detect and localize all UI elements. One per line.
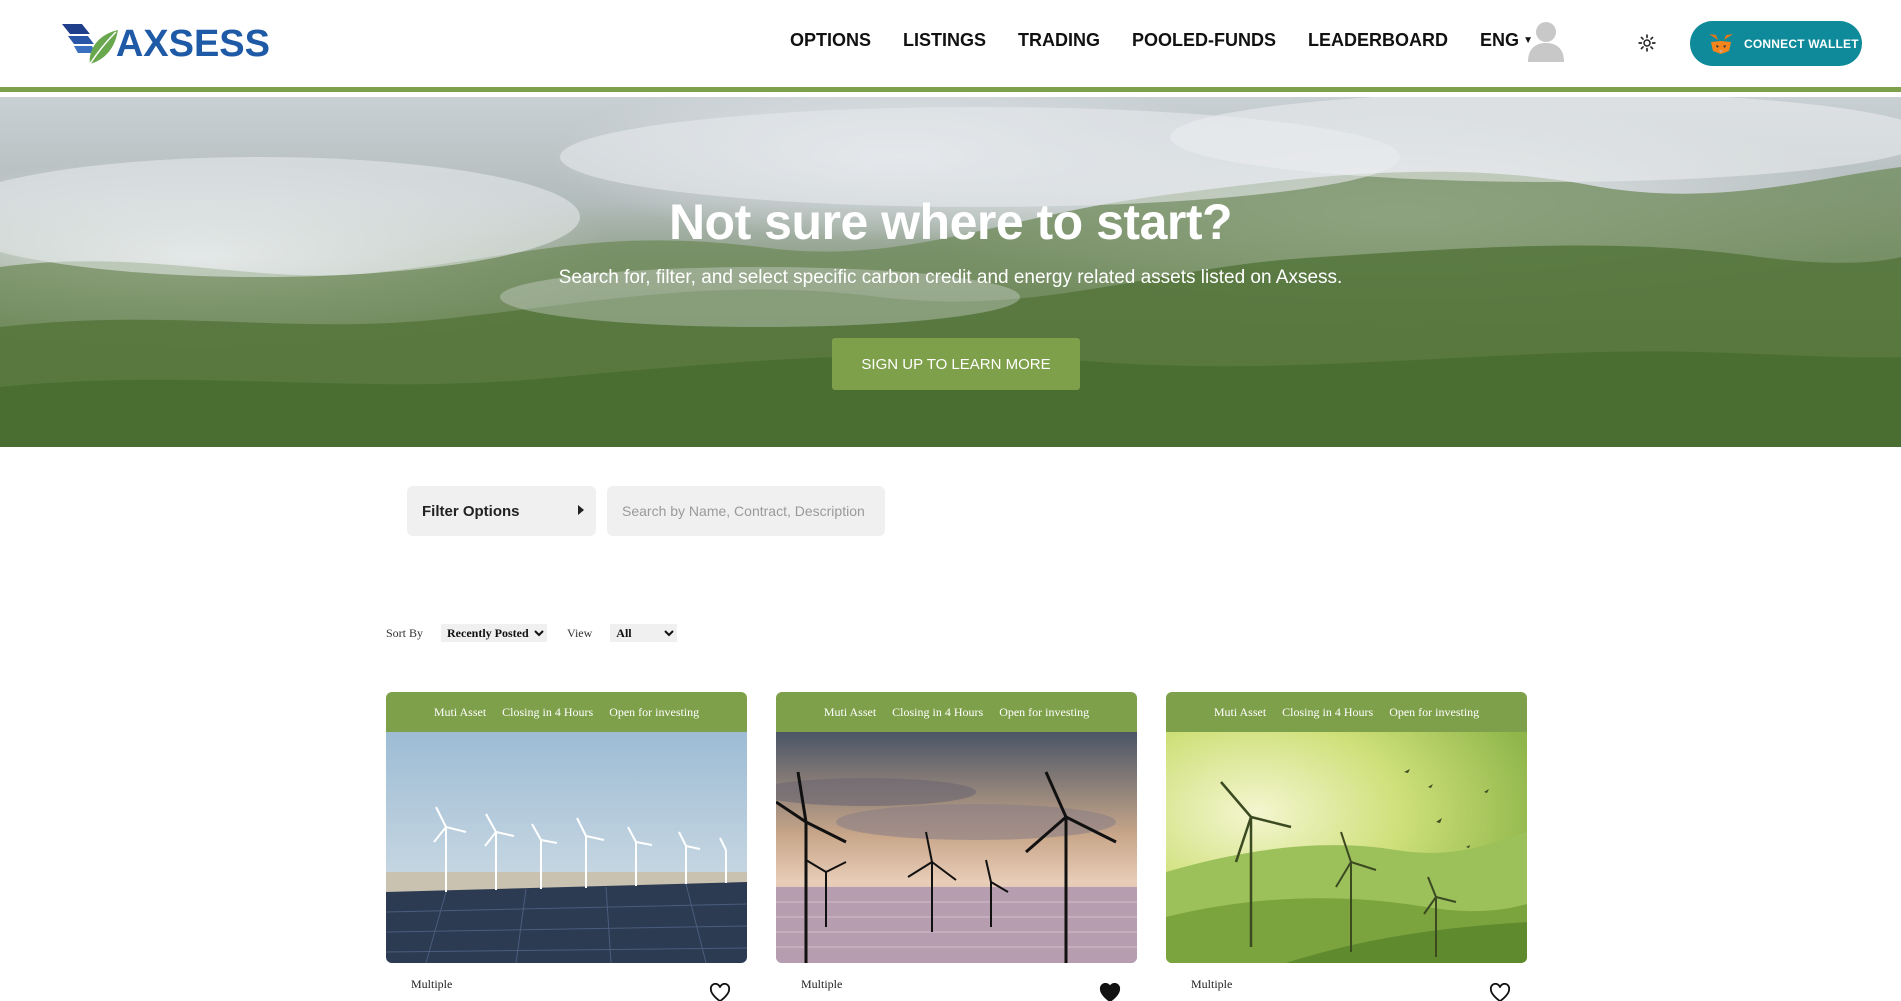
filter-options-label: Filter Options [422,502,520,520]
gear-icon[interactable] [1638,34,1656,52]
nav-pooled-funds[interactable]: POOLED-FUNDS [1132,30,1276,51]
asset-card[interactable]: Muti Asset Closing in 4 Hours Open for i… [1166,692,1527,1001]
language-label: ENG [1480,30,1520,50]
nav-trading[interactable]: TRADING [1018,30,1100,51]
card-footer: Multiple [1166,963,1527,1001]
user-avatar-icon[interactable] [1525,18,1567,62]
view-label: View [567,625,593,640]
asset-card[interactable]: Muti Asset Closing in 4 Hours Open for i… [776,692,1137,1001]
logo-text: AXSESS [115,22,270,65]
main-nav: OPTIONS LISTINGS TRADING POOLED-FUNDS LE… [790,30,1565,51]
card-footer: Multiple [776,963,1137,1001]
card-tag-closing: Closing in 4 Hours [892,704,984,719]
hero-title: Not sure where to start? [668,194,1233,250]
card-tag-bar: Muti Asset Closing in 4 Hours Open for i… [776,692,1137,732]
hero-banner: Not sure where to start? Search for, fil… [0,97,1901,447]
hero-subtitle: Search for, filter, and select specific … [558,267,1343,288]
card-tag-asset: Muti Asset [433,704,487,719]
sort-by-select[interactable]: Recently Posted [441,624,548,642]
nav-options[interactable]: OPTIONS [790,30,871,51]
filter-options-button[interactable]: Filter Options [407,486,596,536]
heart-filled-icon[interactable] [1099,983,1121,1001]
heart-outline-icon[interactable] [709,983,731,1001]
axsess-logo[interactable]: AXSESS [60,20,270,68]
card-tag-status: Open for investing [999,704,1090,719]
card-tag-closing: Closing in 4 Hours [502,704,594,719]
card-asset-type: Multiple [411,977,453,991]
connect-wallet-label: CONNECT WALLET [1744,36,1859,51]
card-tag-asset: Muti Asset [1213,704,1267,719]
metamask-fox-icon [1709,33,1733,54]
view-select[interactable]: All [610,624,678,642]
sort-by-label: Sort By [386,625,424,640]
sign-up-button[interactable]: SIGN UP TO LEARN MORE [832,338,1080,390]
card-tag-asset: Muti Asset [823,704,877,719]
asset-card[interactable]: Muti Asset Closing in 4 Hours Open for i… [386,692,747,1001]
card-image-green-hills-wind [1166,732,1527,963]
card-asset-type: Multiple [1191,977,1233,991]
nav-listings[interactable]: LISTINGS [903,30,986,51]
nav-leaderboard[interactable]: LEADERBOARD [1308,30,1448,51]
card-tag-bar: Muti Asset Closing in 4 Hours Open for i… [386,692,747,732]
sort-controls: Sort By Recently Posted View All [386,624,697,642]
logo-mark-icon [61,24,118,65]
card-image-wind-solar [386,732,747,963]
card-tag-status: Open for investing [609,704,700,719]
card-tag-closing: Closing in 4 Hours [1282,704,1374,719]
card-tag-bar: Muti Asset Closing in 4 Hours Open for i… [1166,692,1527,732]
card-footer: Multiple [386,963,747,1001]
connect-wallet-button[interactable]: CONNECT WALLET [1690,21,1862,66]
card-tag-status: Open for investing [1389,704,1480,719]
search-input[interactable] [607,486,885,536]
card-asset-type: Multiple [801,977,843,991]
caret-right-icon [578,505,584,515]
heart-outline-icon[interactable] [1489,983,1511,1001]
card-image-offshore-wind [776,732,1137,963]
site-header: AXSESS OPTIONS LISTINGS TRADING POOLED-F… [0,0,1901,92]
